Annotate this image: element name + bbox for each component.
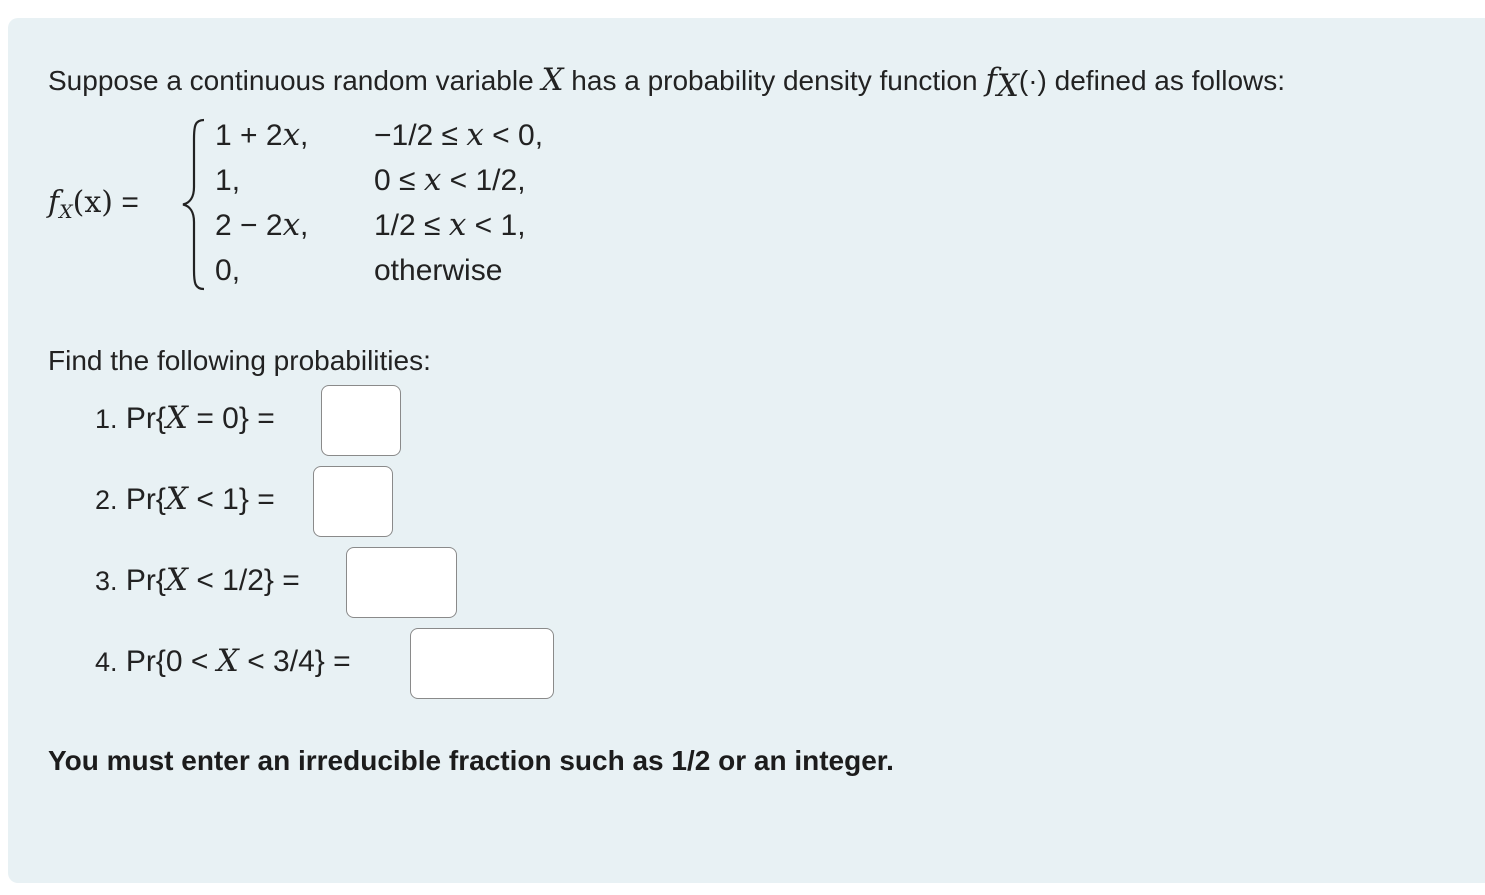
- intro-text-middle: has a probability density function: [571, 65, 978, 96]
- pdf-func: f: [48, 185, 60, 220]
- instruction-note: You must enter an irreducible fraction s…: [48, 745, 894, 776]
- case-1-condition: −1/2 ≤ x < 0,: [374, 117, 544, 153]
- curly-brace-icon: [182, 118, 205, 291]
- case-3-expression: 2 − 2x,: [215, 207, 309, 243]
- pdf-equals: =: [121, 186, 139, 219]
- answer-input-2[interactable]: [313, 466, 393, 537]
- pdf-func-arg: (x): [72, 185, 113, 220]
- intro-text-before: Suppose a continuous random variable: [48, 65, 534, 96]
- answer-input-1[interactable]: [321, 385, 401, 456]
- problem-statement: Suppose a continuous random variable X h…: [48, 62, 1285, 104]
- case-1-expression: 1 + 2x,: [215, 117, 309, 153]
- pdf-func-sub: X: [59, 201, 73, 223]
- find-label: Find the following probabilities:: [48, 345, 431, 376]
- question-2-label: 2. Pr{X < 1} =: [95, 481, 275, 517]
- case-4-expression: 0,: [215, 254, 241, 287]
- intro-variable: X: [541, 62, 564, 98]
- case-2-expression: 1,: [215, 164, 241, 197]
- case-3-condition: 1/2 ≤ x < 1,: [374, 207, 526, 243]
- intro-text-after: defined as follows:: [1054, 65, 1286, 96]
- case-2-condition: 0 ≤ x < 1/2,: [374, 162, 526, 198]
- intro-func-sub: X: [996, 68, 1019, 104]
- pdf-lhs: fX(x) =: [48, 185, 139, 223]
- answer-input-4[interactable]: [410, 628, 554, 699]
- answer-input-3[interactable]: [346, 547, 457, 618]
- question-3-label: 3. Pr{X < 1/2} =: [95, 562, 300, 598]
- question-1-label: 1. Pr{X = 0} =: [95, 400, 275, 436]
- case-4-condition: otherwise: [374, 254, 503, 287]
- question-4-label: 4. Pr{0 < X < 3/4} =: [95, 643, 351, 679]
- intro-func-arg: (·): [1018, 65, 1047, 96]
- intro-func: f: [985, 62, 997, 98]
